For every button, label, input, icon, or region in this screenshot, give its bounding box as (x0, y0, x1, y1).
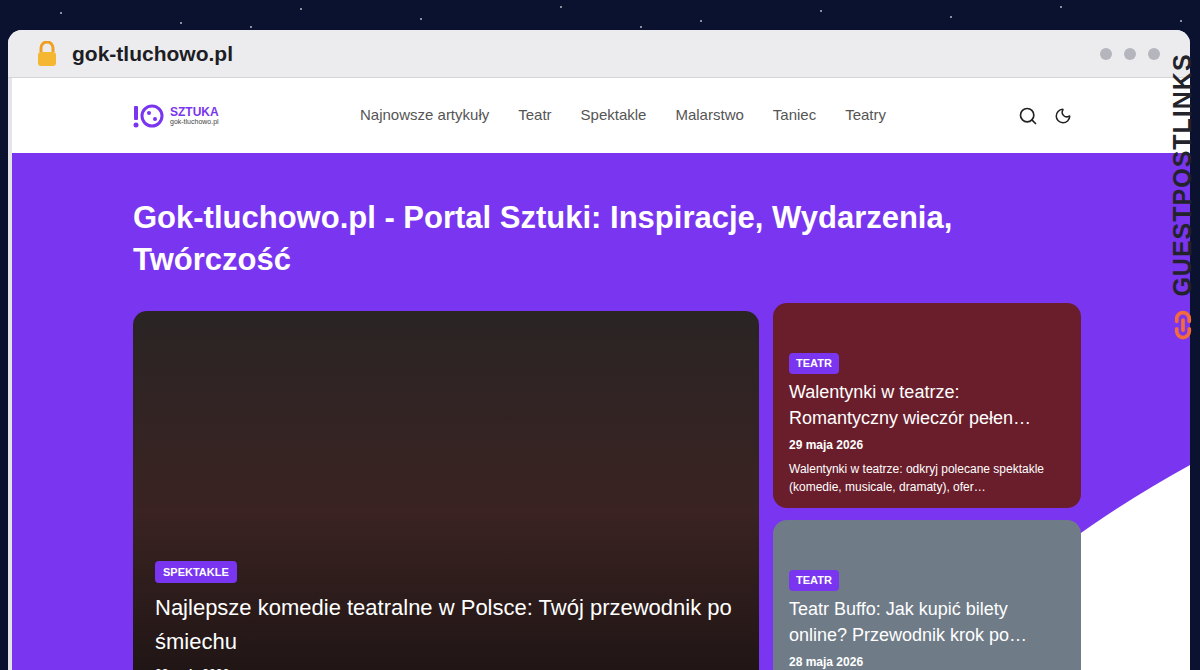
card-excerpt: Walentynki w teatrze: odkryj polecane sp… (789, 460, 1065, 496)
card-tag[interactable]: TEATR (789, 570, 839, 591)
window-controls (1100, 48, 1160, 60)
side-card[interactable]: TEATR Teatr Buffo: Jak kupić bilety onlin… (773, 520, 1081, 670)
star (60, 12, 62, 14)
star (950, 16, 952, 18)
address-bar: gok-tluchowo.pl (8, 30, 1190, 78)
logo-name: SZTUKA (170, 106, 219, 118)
nav-item[interactable]: Teatry (845, 104, 886, 127)
site-logo[interactable]: SZTUKAgok-tluchowo.pl (133, 103, 233, 129)
watermark: GUESTPOSTLINKS (1168, 55, 1198, 295)
star (820, 10, 822, 12)
card-tag[interactable]: SPEKTAKLE (155, 561, 237, 584)
nav-item[interactable]: Taniec (773, 104, 816, 127)
star (1060, 6, 1062, 8)
card-title[interactable]: Teatr Buffo: Jak kupić bilety online? Pr… (789, 596, 1065, 648)
lock-icon (36, 41, 58, 67)
side-cards: TEATR Walentynki w teatrze: Romantyczny w… (773, 303, 1081, 670)
window-dot[interactable] (1148, 48, 1160, 60)
hero-section: Gok-tluchowo.pl - Portal Sztuki: Inspira… (12, 153, 1190, 670)
site-header: SZTUKAgok-tluchowo.pl Najnowsze artykuły T… (12, 78, 1190, 153)
dark-mode-icon[interactable] (1054, 107, 1072, 125)
nav-item[interactable]: Malarstwo (675, 104, 743, 127)
nav-item[interactable]: Najnowsze artykuły (360, 104, 489, 127)
card-date: 28 maja 2026 (155, 665, 737, 670)
star (300, 8, 302, 10)
page-title: Gok-tluchowo.pl - Portal Sztuki: Inspira… (133, 197, 1093, 281)
star (1180, 20, 1182, 22)
logo-icon (133, 103, 167, 129)
star (250, 26, 252, 28)
star (640, 26, 642, 28)
page: SZTUKAgok-tluchowo.pl Najnowsze artykuły T… (8, 78, 1190, 670)
link-icon (1168, 310, 1198, 340)
window-dot[interactable] (1124, 48, 1136, 60)
nav-item[interactable]: Spektakle (581, 104, 647, 127)
star (700, 20, 702, 22)
window-dot[interactable] (1100, 48, 1112, 60)
main-nav: Najnowsze artykuły Teatr Spektakle Malarstw… (360, 104, 886, 127)
browser-window: gok-tluchowo.plSZTUKAgok-tluchowo.plNajn… (8, 30, 1190, 670)
search-icon[interactable] (1018, 106, 1038, 126)
card-title[interactable]: Walentynki w teatrze: Romantyczny wieczó… (789, 379, 1065, 431)
card-title[interactable]: Najlepsze komedie teatralne w Polsce: Tw… (155, 591, 737, 659)
card-date: 29 maja 2026 (789, 436, 1065, 454)
logo-domain: gok-tluchowo.pl (170, 118, 219, 125)
card-date: 28 maja 2026 (789, 653, 1065, 670)
nav-item[interactable]: Teatr (518, 104, 551, 127)
featured-card[interactable]: SPEKTAKLE Najlepsze komedie teatralne w P… (133, 311, 759, 670)
card-tag[interactable]: TEATR (789, 353, 839, 374)
screen: gok-tluchowo.plSZTUKAgok-tluchowo.plNajn… (0, 0, 1200, 670)
star (180, 22, 182, 24)
url-text[interactable]: gok-tluchowo.pl (72, 38, 233, 70)
star (560, 6, 562, 8)
side-card[interactable]: TEATR Walentynki w teatrze: Romantyczny w… (773, 303, 1081, 508)
star (420, 18, 422, 20)
